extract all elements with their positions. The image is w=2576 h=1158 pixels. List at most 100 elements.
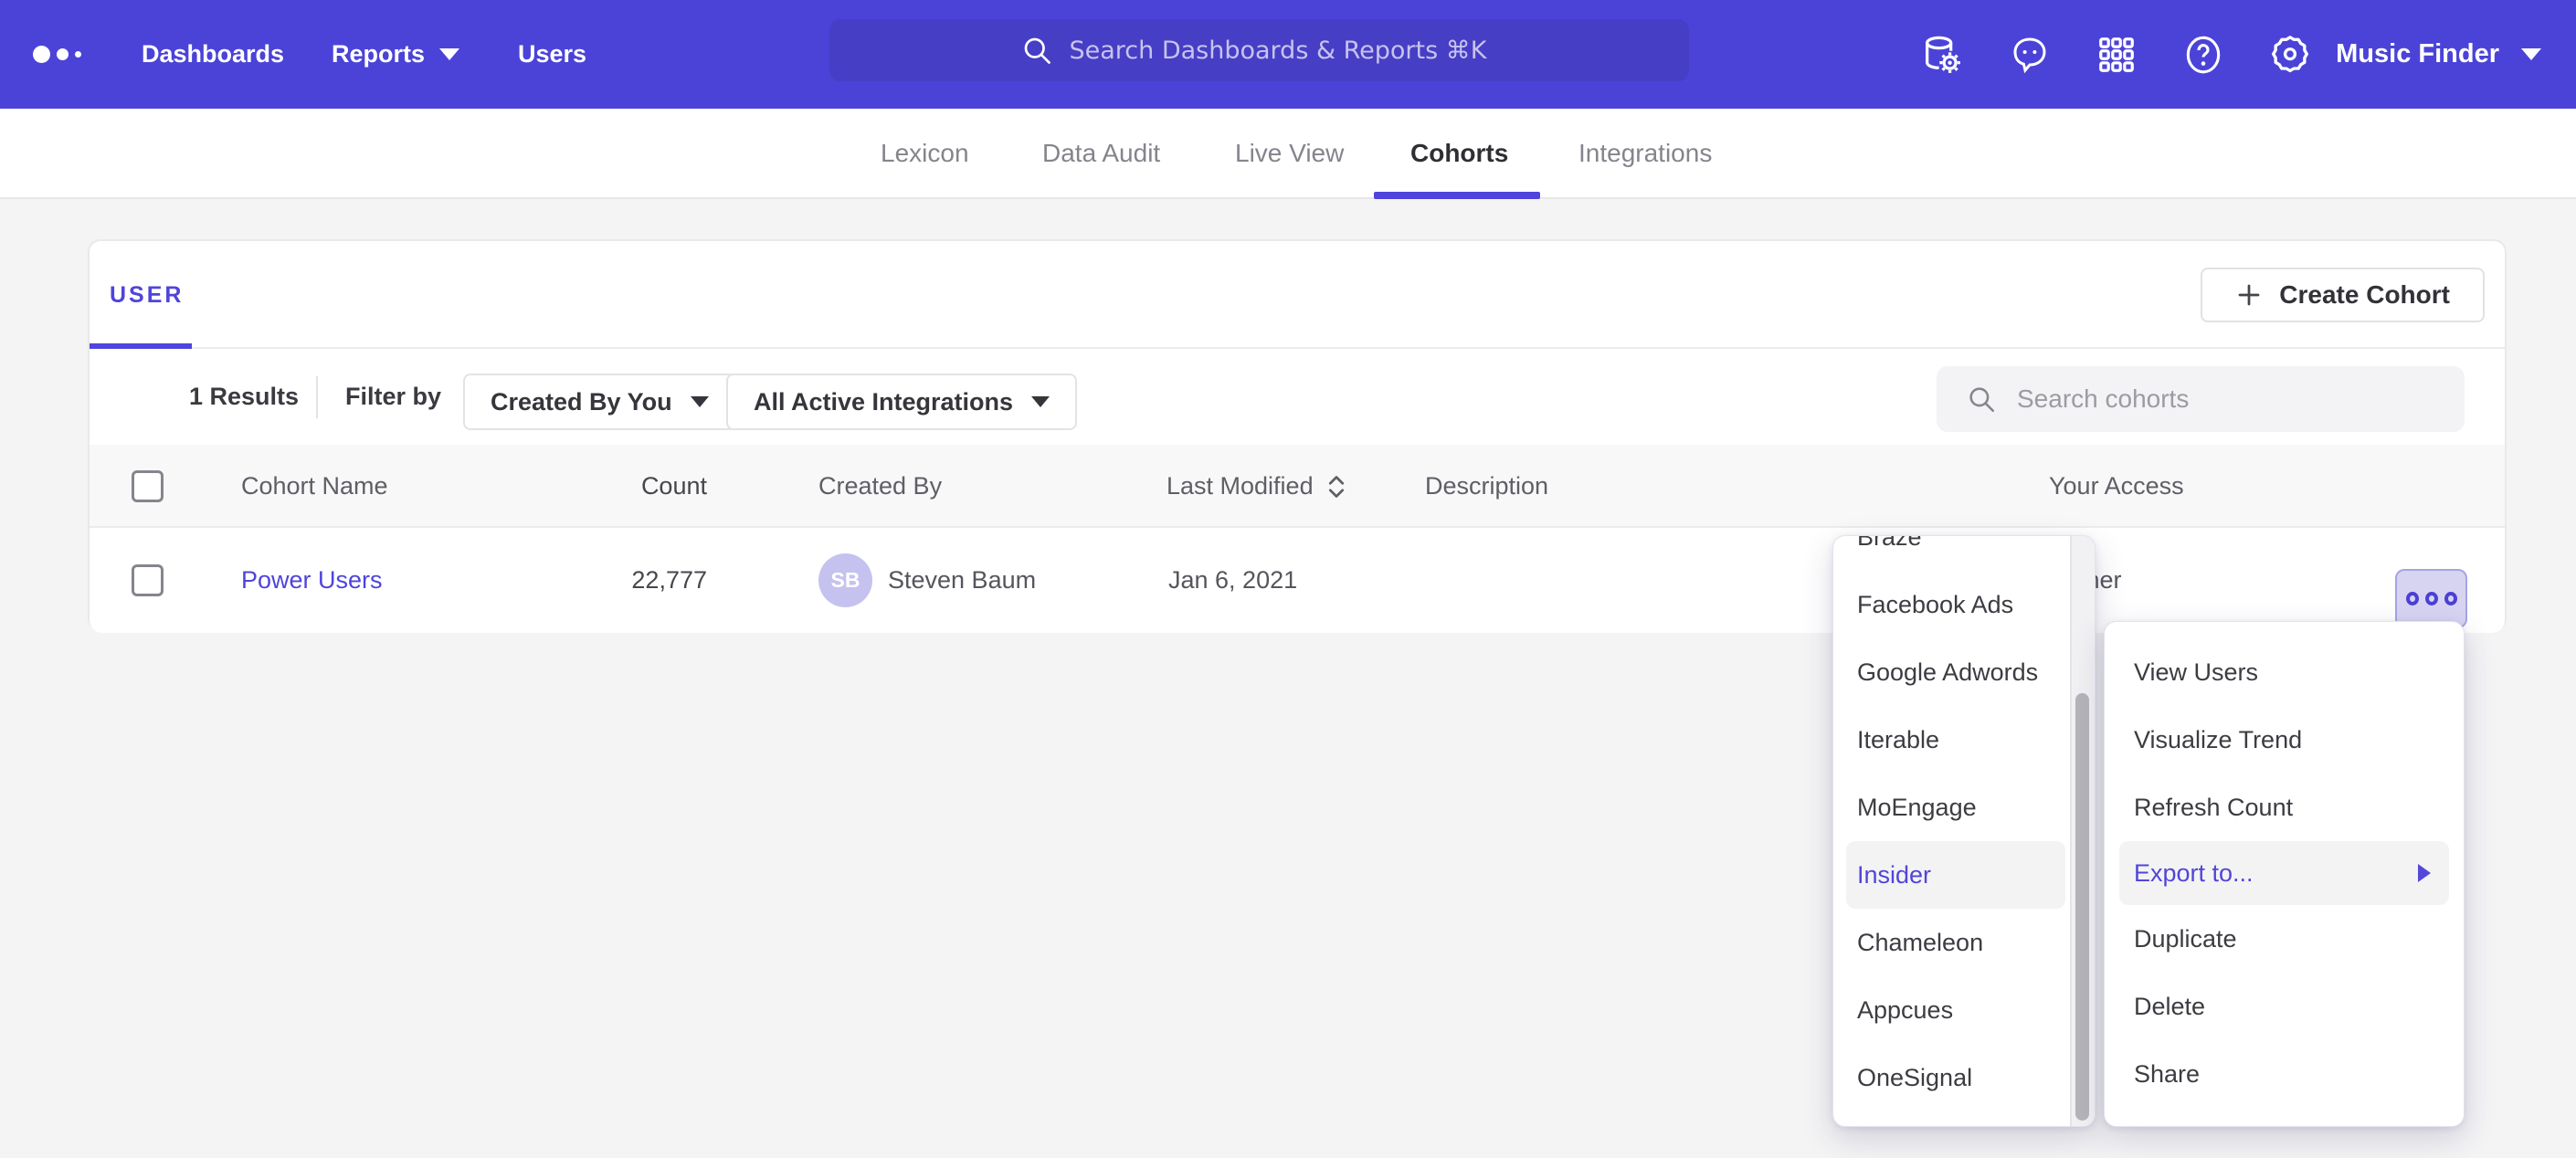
active-tab-underline <box>1374 192 1540 199</box>
help-icon <box>2180 32 2226 78</box>
global-search-input[interactable] <box>1070 37 1499 65</box>
data-management-button[interactable] <box>1916 0 1970 109</box>
ellipsis-dot-icon <box>2406 592 2419 605</box>
caret-down-icon <box>691 396 709 407</box>
col-header-created-by: Created By <box>818 445 942 528</box>
created-by-name: Steven Baum <box>888 528 1036 633</box>
tab-label: Cohorts <box>1410 139 1508 168</box>
org-settings-button[interactable] <box>2263 0 2317 109</box>
nav-item-dashboards[interactable]: Dashboards <box>142 0 284 109</box>
menu-item-chameleon[interactable]: Chameleon <box>1833 909 2069 976</box>
tab-label: Lexicon <box>881 139 969 168</box>
menu-item-export-to[interactable]: Export to... <box>2119 841 2449 905</box>
cohort-actions-list: View Users Visualize Trend Refresh Count… <box>2105 638 2464 1108</box>
search-icon <box>1020 34 1053 67</box>
menu-item-label: Export to... <box>2134 859 2254 888</box>
col-header-description: Description <box>1425 445 1548 528</box>
menu-item-facebook-ads[interactable]: Facebook Ads <box>1833 571 2069 638</box>
database-gear-icon <box>1919 31 1967 79</box>
tab-user-cohorts[interactable]: USER <box>90 241 204 349</box>
apps-grid-icon <box>2096 34 2138 76</box>
select-all-checkbox[interactable] <box>132 470 164 502</box>
top-nav-bar: Dashboards Reports Users <box>0 0 2576 109</box>
tab-data-audit[interactable]: Data Audit <box>1042 109 1160 197</box>
cohort-name-link[interactable]: Power Users <box>241 528 383 633</box>
created-by-filter[interactable]: Created By You <box>463 374 736 430</box>
menu-item-view-users[interactable]: View Users <box>2105 638 2464 706</box>
project-name: Music Finder <box>2336 39 2499 69</box>
tab-cohorts[interactable]: Cohorts <box>1410 109 1508 197</box>
col-header-count: Count <box>583 445 707 528</box>
nav-item-reports[interactable]: Reports <box>332 0 459 109</box>
table-header: Cohort Name Count Created By Last Modifi… <box>90 445 2505 528</box>
tab-label: USER <box>110 282 184 309</box>
more-actions-button[interactable] <box>2395 569 2467 628</box>
submenu-arrow-icon <box>2418 864 2431 882</box>
scrollbar-track[interactable] <box>2070 536 2095 1126</box>
menu-item-braze[interactable]: Braze <box>1833 535 2069 571</box>
feedback-button[interactable] <box>2002 0 2057 109</box>
col-header-label: Last Modified <box>1167 472 1314 500</box>
nav-item-users[interactable]: Users <box>518 0 586 109</box>
scrollbar-thumb[interactable] <box>2075 693 2089 1121</box>
row-checkbox[interactable] <box>132 564 164 596</box>
export-destination-list: Braze Facebook Ads Google Adwords Iterab… <box>1833 535 2095 1111</box>
creator-avatar: SB <box>818 553 872 607</box>
logo-dot-icon <box>75 51 81 58</box>
filter-value: Created By You <box>491 388 672 416</box>
col-header-your-access: Your Access <box>2049 445 2184 528</box>
divider <box>316 376 318 418</box>
menu-item-refresh-count[interactable]: Refresh Count <box>2105 774 2464 841</box>
menu-item-appcues[interactable]: Appcues <box>1833 976 2069 1044</box>
ellipsis-dot-icon <box>2444 592 2457 605</box>
settings-gear-icon <box>2267 32 2313 78</box>
cohort-search[interactable] <box>1937 366 2465 432</box>
cohorts-panel: USER Create Cohort 1 Results Filter by C… <box>88 239 2507 631</box>
search-icon <box>1966 384 1997 415</box>
filter-value: All Active Integrations <box>754 388 1013 416</box>
create-cohort-button[interactable]: Create Cohort <box>2201 268 2485 322</box>
nav-item-label: Reports <box>332 40 425 68</box>
cohort-count: 22,777 <box>583 528 707 633</box>
menu-item-onesignal[interactable]: OneSignal <box>1833 1044 2069 1111</box>
menu-item-iterable[interactable]: Iterable <box>1833 706 2069 774</box>
menu-item-insider[interactable]: Insider <box>1846 841 2065 909</box>
nav-item-label: Dashboards <box>142 40 284 68</box>
plus-icon <box>2235 281 2263 309</box>
caret-down-icon <box>439 48 459 60</box>
filter-bar: 1 Results Filter by Created By You All A… <box>90 349 2505 445</box>
logo-dot-icon <box>33 46 50 63</box>
export-destination-menu: Braze Facebook Ads Google Adwords Iterab… <box>1832 535 2096 1127</box>
global-search[interactable] <box>829 19 1689 81</box>
menu-item-delete[interactable]: Delete <box>2105 973 2464 1040</box>
cohort-search-input[interactable] <box>2017 384 2419 414</box>
feedback-chat-icon <box>2008 33 2052 77</box>
nav-item-label: Users <box>518 40 586 68</box>
tab-label: Data Audit <box>1042 139 1160 168</box>
table-row[interactable]: Power Users 22,777 SB Steven Baum Jan 6,… <box>90 528 2505 633</box>
last-modified-date: Jan 6, 2021 <box>1168 528 1297 633</box>
tab-integrations[interactable]: Integrations <box>1578 109 1712 197</box>
menu-item-google-adwords[interactable]: Google Adwords <box>1833 638 2069 706</box>
results-count: 1 Results <box>189 349 299 445</box>
create-cohort-label: Create Cohort <box>2279 280 2450 310</box>
caret-down-icon <box>1031 396 1050 407</box>
apps-button[interactable] <box>2089 0 2144 109</box>
cohort-actions-menu: View Users Visualize Trend Refresh Count… <box>2104 621 2465 1127</box>
mixpanel-logo[interactable] <box>33 0 97 109</box>
project-switcher[interactable]: Music Finder <box>2336 0 2541 109</box>
ellipsis-dot-icon <box>2425 592 2438 605</box>
tab-lexicon[interactable]: Lexicon <box>881 109 969 197</box>
integrations-filter[interactable]: All Active Integrations <box>726 374 1077 430</box>
tab-label: Live View <box>1235 139 1344 168</box>
menu-item-moengage[interactable]: MoEngage <box>1833 774 2069 841</box>
sort-icon[interactable] <box>1326 473 1346 500</box>
cohort-type-tabs: USER Create Cohort <box>90 241 2505 349</box>
col-header-last-modified[interactable]: Last Modified <box>1167 445 1346 528</box>
menu-item-visualize-trend[interactable]: Visualize Trend <box>2105 706 2464 774</box>
help-button[interactable] <box>2176 0 2231 109</box>
section-tab-bar: Lexicon Data Audit Live View Cohorts Int… <box>0 109 2576 199</box>
menu-item-share[interactable]: Share <box>2105 1040 2464 1108</box>
menu-item-duplicate[interactable]: Duplicate <box>2105 905 2464 973</box>
tab-live-view[interactable]: Live View <box>1235 109 1344 197</box>
